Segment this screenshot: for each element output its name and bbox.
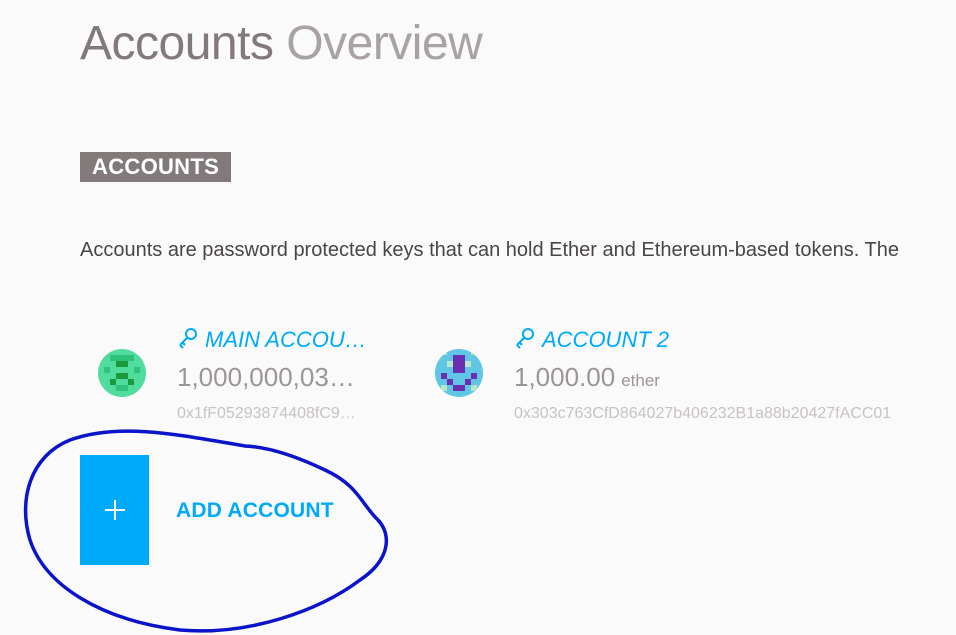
plus-icon: [104, 499, 126, 526]
account-name-link[interactable]: ACCOUNT 2: [514, 326, 669, 356]
account-balance: 1,000.00 ether: [514, 360, 660, 398]
account-balance: 1,000,000,039.53ether: [177, 360, 367, 398]
key-icon: [514, 327, 536, 356]
balance-value: 1,000,000,039.53: [177, 362, 367, 392]
identicon-avatar: [98, 349, 146, 397]
add-account-label[interactable]: ADD ACCOUNT: [176, 497, 334, 525]
account-card[interactable]: ACCOUNT 2 1,000.00 ether 0x303c763CfD8640…: [432, 322, 932, 432]
identicon-avatar: [435, 349, 483, 397]
account-address: 0x1fF05293874408fC9C00000000000000000000…: [177, 405, 367, 422]
balance-unit: ether: [621, 371, 660, 390]
account-name: ACCOUNT 2: [542, 327, 670, 352]
account-address: 0x303c763CfD864027b406232B1a88b20427fACC…: [514, 405, 892, 422]
page-title: Accounts Overview: [80, 14, 483, 74]
section-badge: ACCOUNTS: [80, 152, 232, 182]
add-account-plus-box[interactable]: [80, 455, 149, 565]
section-description: Accounts are password protected keys tha…: [80, 239, 899, 261]
account-card[interactable]: MAIN ACCOUNT (ETHERBASE) 1,000,000,039.5…: [95, 322, 385, 432]
account-name: MAIN ACCOUNT (ETHERBASE): [205, 327, 377, 352]
account-name-link[interactable]: MAIN ACCOUNT (ETHERBASE): [177, 326, 377, 356]
page-title-strong: Accounts: [80, 17, 274, 70]
balance-value: 1,000.00: [514, 362, 616, 392]
add-account-button[interactable]: ADD ACCOUNT: [80, 455, 360, 565]
page-title-light: Overview: [286, 17, 483, 70]
key-icon: [177, 327, 199, 356]
